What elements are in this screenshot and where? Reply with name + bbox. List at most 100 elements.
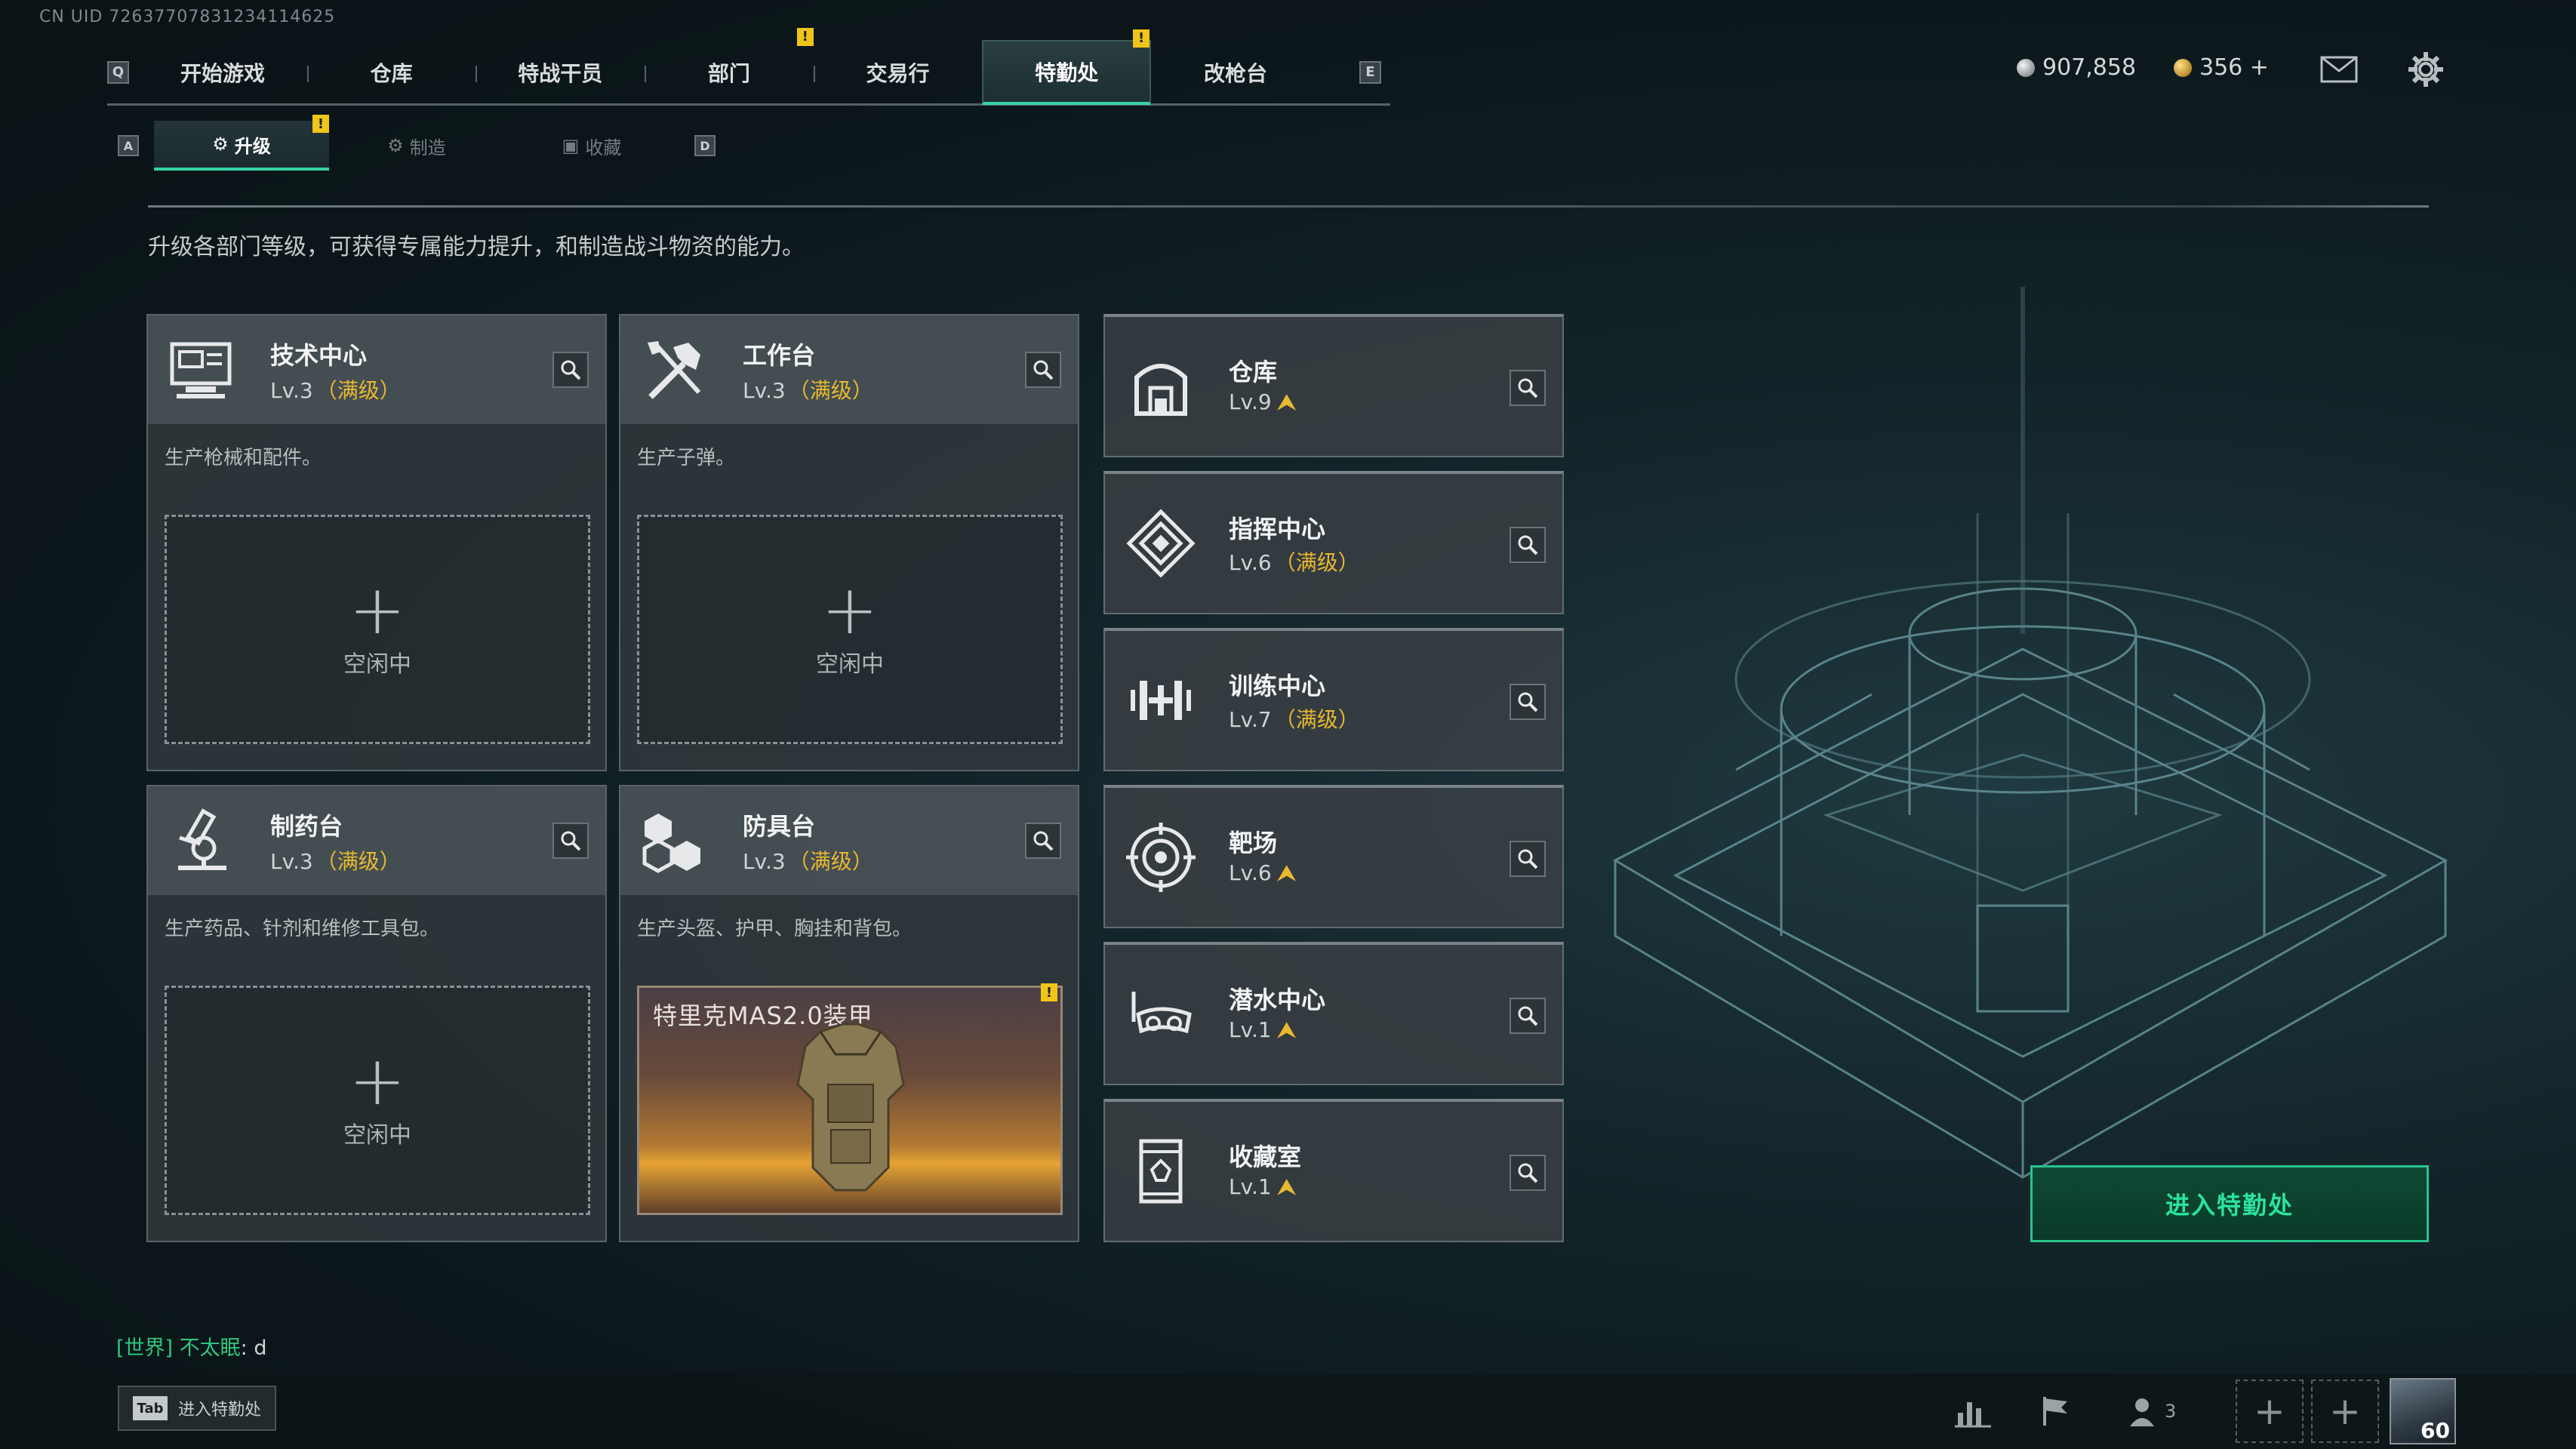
dept-card-diving-center[interactable]: 潜水中心 Lv.1 ⮝ <box>1103 942 1564 1085</box>
search-button[interactable] <box>1510 998 1546 1034</box>
dept-card-command-center[interactable]: 指挥中心 Lv.6 （满级） <box>1103 471 1564 614</box>
search-icon <box>1518 378 1538 398</box>
search-button[interactable] <box>1025 823 1061 859</box>
flag-icon[interactable] <box>2035 1390 2077 1432</box>
level-value: Lv.3 <box>743 849 786 874</box>
coin-balance: 907,858 <box>2017 54 2136 81</box>
craft-icon: ⚙ <box>387 135 404 156</box>
dept-card-collection-room[interactable]: 收藏室 Lv.1 ⮝ <box>1103 1099 1564 1242</box>
collection-icon <box>1123 1134 1199 1209</box>
boxes-icon <box>636 803 711 878</box>
tab-trade[interactable]: 交易行 <box>813 40 983 105</box>
dept-card-warehouse[interactable]: 仓库 Lv.9 ⮝ <box>1103 314 1564 457</box>
tab-label: 特战干员 <box>518 60 603 86</box>
tab-hint-button[interactable]: Tab 进入特勤处 <box>118 1386 277 1431</box>
search-button[interactable] <box>1510 684 1546 720</box>
dept-card-shooting-range[interactable]: 靶场 Lv.6 ⮝ <box>1103 785 1564 928</box>
divider <box>148 205 2429 208</box>
squad-button[interactable]: 3 <box>2127 1390 2187 1432</box>
subnav-prev-key[interactable]: A <box>118 135 139 156</box>
search-button[interactable] <box>552 352 589 388</box>
slot-status: 空闲中 <box>343 651 411 678</box>
tab-operators[interactable]: 特战干员 <box>475 40 645 105</box>
chat-line[interactable]: [世界] 不太眠: d <box>116 1331 267 1361</box>
max-level-tag: （满级） <box>788 378 873 403</box>
warehouse-icon <box>1123 349 1199 424</box>
search-button[interactable] <box>1025 352 1061 388</box>
subtab-collection[interactable]: ▣ 收藏 <box>504 121 679 171</box>
mail-icon[interactable] <box>2320 54 2358 85</box>
tab-label: 交易行 <box>866 60 930 86</box>
tab-label: 特勤处 <box>1035 60 1099 85</box>
silver-coin-icon <box>2017 58 2035 77</box>
search-button[interactable] <box>1510 370 1546 406</box>
alert-icon: ! <box>312 115 329 133</box>
player-level: 60 <box>2421 1418 2450 1443</box>
squad-count: 3 <box>2165 1401 2177 1422</box>
chat-colon: : <box>240 1337 254 1360</box>
gold-coin-icon <box>2174 58 2192 77</box>
production-slot[interactable]: + 空闲中 <box>165 986 590 1215</box>
card-header: 技术中心 Lv.3 （满级） <box>148 315 605 424</box>
tab-special-ops[interactable]: 特勤处! <box>982 29 1152 105</box>
level-value: Lv.1 <box>1229 1174 1272 1199</box>
player-avatar[interactable]: 60 <box>2390 1378 2456 1444</box>
add-member-button-1[interactable]: + <box>2236 1380 2304 1443</box>
settings-gear-icon[interactable] <box>2408 51 2444 88</box>
dept-card-tech-center[interactable]: 技术中心 Lv.3 （满级） 生产枪械和配件。 + 空闲中 <box>146 314 607 771</box>
upgrade-arrow-icon: ⮝ <box>1277 1017 1296 1042</box>
upgrade-arrow-icon: ⮝ <box>1277 1174 1296 1199</box>
plus-icon: + <box>821 571 879 650</box>
tab-hint-label: 进入特勤处 <box>178 1401 262 1420</box>
search-button[interactable] <box>1510 527 1546 563</box>
production-slot[interactable]: + 空闲中 <box>637 515 1063 744</box>
subtab-upgrade[interactable]: ⚙ 升级 ! <box>154 115 329 171</box>
production-slot[interactable]: + 空闲中 <box>165 515 590 744</box>
enter-special-ops-button[interactable]: 进入特勤处 <box>2030 1165 2429 1242</box>
dept-level: Lv.3 （满级） <box>743 374 873 405</box>
alert-icon: ! <box>1133 29 1150 48</box>
upgrade-icon: ⚙ <box>212 134 229 155</box>
slot-status: 空闲中 <box>816 651 884 678</box>
plus-icon: + <box>349 1041 406 1121</box>
plus-icon: + <box>2254 1389 2285 1433</box>
computer-icon <box>163 332 239 408</box>
tab-warehouse[interactable]: 仓库 <box>306 40 476 105</box>
production-slot-busy[interactable]: 特里克MAS2.0装甲 ! <box>637 983 1063 1215</box>
tab-department[interactable]: 部门! <box>645 27 814 105</box>
ticket-balance[interactable]: 356 + <box>2174 54 2269 81</box>
subnav-next-key[interactable]: D <box>694 135 716 156</box>
subtab-label: 升级 <box>234 135 271 157</box>
dept-description: 生产枪械和配件。 <box>165 447 322 469</box>
search-button[interactable] <box>552 823 589 859</box>
dept-card-pharmacy[interactable]: 制药台 Lv.3 （满级） 生产药品、针剂和维修工具包。 + 空闲中 <box>146 785 607 1242</box>
max-level-tag: （满级） <box>315 378 401 403</box>
search-icon <box>561 360 581 380</box>
max-level-tag: （满级） <box>1274 550 1359 575</box>
search-button[interactable] <box>1510 1155 1546 1191</box>
dept-level: Lv.3 （满级） <box>270 374 401 405</box>
search-icon <box>1518 849 1538 869</box>
stats-chart-icon[interactable] <box>1952 1390 1994 1432</box>
search-button[interactable] <box>1510 841 1546 877</box>
dept-card-workbench[interactable]: 工作台 Lv.3 （满级） 生产子弹。 + 空闲中 <box>619 314 1079 771</box>
dept-name: 潜水中心 <box>1229 986 1326 1014</box>
tab-gunsmith[interactable]: 改枪台 <box>1151 40 1320 105</box>
card-header: 工作台 Lv.3 （满级） <box>620 315 1078 424</box>
collection-icon: ▣ <box>562 135 580 156</box>
sub-nav: A ⚙ 升级 ! ⚙ 制造 ▣ 收藏 D <box>118 115 731 171</box>
nav-prev-key[interactable]: Q <box>107 60 130 84</box>
chat-sender: 不太眠 <box>179 1337 241 1360</box>
nav-next-key[interactable]: E <box>1359 60 1381 84</box>
subtab-craft[interactable]: ⚙ 制造 <box>329 121 504 171</box>
add-member-button-2[interactable]: + <box>2311 1380 2379 1443</box>
dept-name: 收藏室 <box>1229 1143 1302 1171</box>
dept-card-training-center[interactable]: 训练中心 Lv.7 （满级） <box>1103 628 1564 771</box>
upgrade-arrow-icon: ⮝ <box>1277 389 1296 414</box>
dept-card-armor-bench[interactable]: 防具台 Lv.3 （满级） 生产头盔、护甲、胸挂和背包。 特里克MAS2.0装甲 … <box>619 785 1079 1242</box>
dept-level: Lv.9 ⮝ <box>1229 389 1296 415</box>
alert-icon: ! <box>1041 983 1057 1001</box>
tab-start-game[interactable]: 开始游戏 <box>138 40 307 105</box>
dumbbell-icon <box>1123 663 1199 738</box>
tab-label: 仓库 <box>370 60 413 86</box>
